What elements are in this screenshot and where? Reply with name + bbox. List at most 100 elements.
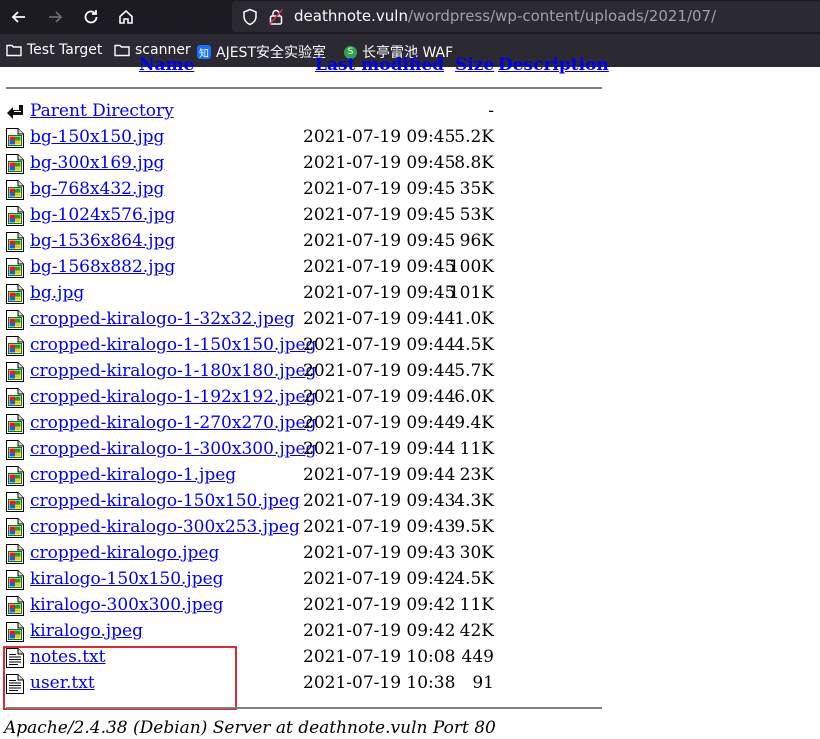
file-row: bg-150x150.jpg 2021-07-19 09:45 5.2K xyxy=(0,125,600,151)
file-size: 101K xyxy=(448,283,494,303)
file-link[interactable]: kiralogo-300x300.jpeg xyxy=(30,595,224,615)
file-date: 2021-07-19 09:43 xyxy=(303,517,456,537)
home-button[interactable] xyxy=(113,4,139,30)
file-row: bg-1024x576.jpg 2021-07-19 09:45 53K xyxy=(0,203,600,229)
file-link[interactable]: cropped-kiralogo.jpeg xyxy=(30,543,219,563)
bookmark-ajest[interactable]: 知 AJEST安全实验室 xyxy=(197,42,326,62)
file-size: 4.5K xyxy=(454,569,494,589)
file-link[interactable]: cropped-kiralogo-1-300x300.jpeg xyxy=(30,439,316,459)
file-row: kiralogo-150x150.jpeg 2021-07-19 09:42 4.5… xyxy=(0,567,600,593)
file-row: cropped-kiralogo-1-300x300.jpeg 2021-07-1… xyxy=(0,437,600,463)
url-text[interactable]: deathnote.vuln/wordpress/wp-content/uplo… xyxy=(294,7,716,25)
file-size: 449 xyxy=(461,647,494,667)
file-size: 23K xyxy=(459,465,494,485)
reload-button[interactable] xyxy=(78,4,104,30)
file-date: 2021-07-19 09:45 xyxy=(303,231,456,251)
url-host: deathnote.vuln xyxy=(294,7,408,25)
file-date: 2021-07-19 09:42 xyxy=(303,595,456,615)
image-icon xyxy=(6,284,24,304)
file-size: 53K xyxy=(459,205,494,225)
file-row: cropped-kiralogo.jpeg 2021-07-19 09:43 30K xyxy=(0,541,600,567)
file-size: 11K xyxy=(459,595,494,615)
server-signature: Apache/2.4.38 (Debian) Server at deathno… xyxy=(4,718,496,738)
file-row: bg.jpg 2021-07-19 09:45 101K xyxy=(0,281,600,307)
file-size: 4.3K xyxy=(454,491,494,511)
image-icon xyxy=(6,596,24,616)
file-date: 2021-07-19 10:08 xyxy=(303,647,456,667)
image-icon xyxy=(6,336,24,356)
file-link[interactable]: bg-1536x864.jpg xyxy=(30,231,175,251)
parent-directory-row: Parent Directory - xyxy=(0,99,600,125)
address-bar[interactable]: deathnote.vuln/wordpress/wp-content/uplo… xyxy=(232,1,820,32)
file-link[interactable]: kiralogo.jpeg xyxy=(30,621,143,641)
file-size: 91 xyxy=(472,673,494,693)
file-date: 2021-07-19 09:45 xyxy=(303,127,456,147)
file-link[interactable]: bg-150x150.jpg xyxy=(30,127,164,147)
file-size: 9.4K xyxy=(454,413,494,433)
file-row: bg-768x432.jpg 2021-07-19 09:45 35K xyxy=(0,177,600,203)
file-size: 30K xyxy=(459,543,494,563)
file-row: bg-1568x882.jpg 2021-07-19 09:45 100K xyxy=(0,255,600,281)
image-icon xyxy=(6,492,24,512)
file-link[interactable]: bg-768x432.jpg xyxy=(30,179,164,199)
file-link[interactable]: bg-1024x576.jpg xyxy=(30,205,175,225)
file-row: bg-1536x864.jpg 2021-07-19 09:45 96K xyxy=(0,229,600,255)
image-icon xyxy=(6,440,24,460)
file-link[interactable]: cropped-kiralogo-1-270x270.jpeg xyxy=(30,413,316,433)
file-row: kiralogo-300x300.jpeg 2021-07-19 09:42 11K xyxy=(0,593,600,619)
file-date: 2021-07-19 09:45 xyxy=(303,205,456,225)
file-date: 2021-07-19 09:42 xyxy=(303,569,456,589)
file-row: kiralogo.jpeg 2021-07-19 09:42 42K xyxy=(0,619,600,645)
file-row: cropped-kiralogo-1-150x150.jpeg 2021-07-1… xyxy=(0,333,600,359)
file-link[interactable]: cropped-kiralogo-150x150.jpeg xyxy=(30,491,300,511)
url-path: /wordpress/wp-content/uploads/2021/07/ xyxy=(407,7,717,25)
file-date: 2021-07-19 09:45 xyxy=(303,153,456,173)
image-icon xyxy=(6,206,24,226)
shield-icon[interactable] xyxy=(242,8,258,26)
arrow-left-icon xyxy=(11,11,25,23)
arrow-right-icon xyxy=(49,11,63,23)
file-link[interactable]: bg-300x169.jpg xyxy=(30,153,164,173)
file-row: cropped-kiralogo-1-270x270.jpeg 2021-07-1… xyxy=(0,411,600,437)
home-icon xyxy=(119,9,133,24)
file-date: 2021-07-19 10:38 xyxy=(303,673,456,693)
bookmark-label: Test Target xyxy=(27,42,103,58)
file-link[interactable]: bg-1568x882.jpg xyxy=(30,257,175,277)
image-icon xyxy=(6,310,24,330)
bookmark-test-target[interactable]: Test Target xyxy=(6,42,102,58)
image-icon xyxy=(6,180,24,200)
file-link[interactable]: cropped-kiralogo-1.jpeg xyxy=(30,465,236,485)
reload-icon xyxy=(84,10,98,24)
file-row: cropped-kiralogo-1-192x192.jpeg 2021-07-1… xyxy=(0,385,600,411)
file-date: 2021-07-19 09:44 xyxy=(303,465,456,485)
directory-listing: Name Last modified Size Description Pare… xyxy=(0,55,820,739)
parent-directory-link[interactable]: Parent Directory xyxy=(30,101,174,121)
file-date: 2021-07-19 09:45 xyxy=(303,257,456,277)
insecure-lock-icon[interactable] xyxy=(268,8,284,26)
bookmark-label: AJEST安全实验室 xyxy=(216,45,326,61)
image-icon xyxy=(6,154,24,174)
zhihu-icon: 知 xyxy=(197,45,211,60)
file-link[interactable]: cropped-kiralogo-1-192x192.jpeg xyxy=(30,387,316,407)
file-link[interactable]: kiralogo-150x150.jpeg xyxy=(30,569,224,589)
file-link[interactable]: cropped-kiralogo-1-32x32.jpeg xyxy=(30,309,295,329)
file-date: 2021-07-19 09:44 xyxy=(303,309,456,329)
file-size: 96K xyxy=(459,231,494,251)
header-last-modified[interactable]: Last modified xyxy=(315,55,444,75)
file-size: - xyxy=(488,101,494,121)
file-size: 100K xyxy=(448,257,494,277)
file-link[interactable]: cropped-kiralogo-1-150x150.jpeg xyxy=(30,335,316,355)
file-link[interactable]: cropped-kiralogo-1-180x180.jpeg xyxy=(30,361,316,381)
header-description[interactable]: Description xyxy=(498,55,609,75)
file-link[interactable]: cropped-kiralogo-300x253.jpeg xyxy=(30,517,300,537)
header-size[interactable]: Size xyxy=(455,55,494,75)
file-size: 5.2K xyxy=(454,127,494,147)
folder-icon xyxy=(114,44,130,57)
back-button[interactable] xyxy=(6,4,32,30)
file-date: 2021-07-19 09:44 xyxy=(303,361,456,381)
file-size: 1.0K xyxy=(454,309,494,329)
forward-button[interactable] xyxy=(42,4,68,30)
header-name[interactable]: Name xyxy=(139,55,194,75)
file-link[interactable]: bg.jpg xyxy=(30,283,84,303)
file-row: bg-300x169.jpg 2021-07-19 09:45 8.8K xyxy=(0,151,600,177)
